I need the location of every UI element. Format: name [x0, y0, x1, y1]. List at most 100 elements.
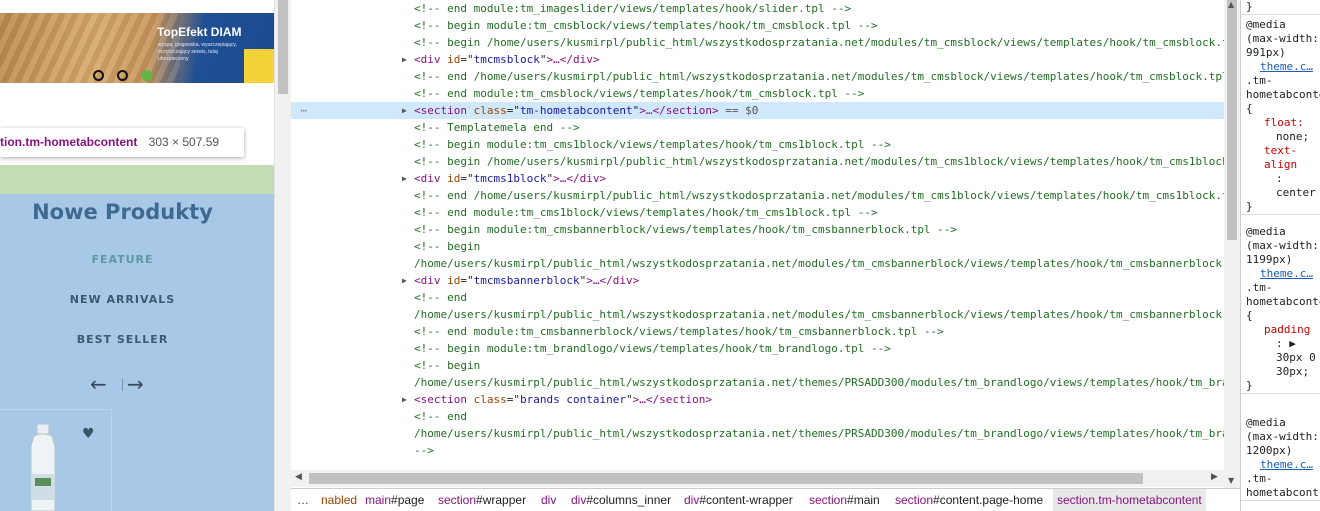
tab-best-seller[interactable]: BEST SELLER [0, 333, 245, 346]
breadcrumb-tag: section.tm-hometabcontent [1057, 493, 1202, 507]
elements-vertical-scrollbar-thumb[interactable] [1227, 0, 1237, 240]
elements-horizontal-scrollbar-thumb[interactable] [309, 473, 1143, 484]
breadcrumb-tag: div [541, 493, 557, 507]
slider-image [0, 13, 180, 83]
node-actions-icon[interactable]: ⋯ [291, 102, 307, 119]
wishlist-heart-icon[interactable]: ♥ [82, 426, 95, 442]
attribute-value: brands container [519, 393, 626, 406]
scroll-down-icon[interactable]: ▼ [1228, 476, 1234, 485]
dom-comment-row[interactable]: <!-- end module:tm_cms1block/views/templ… [291, 204, 1224, 221]
dom-comment-row[interactable]: --> [291, 442, 1224, 459]
image-slider[interactable]: TopEfekt DIAM wyspa, głogowska, wyszczep… [0, 13, 274, 83]
css-property-value[interactable]: none; [1246, 130, 1320, 144]
scroll-up-icon[interactable]: ▲ [1228, 0, 1234, 9]
attribute-equals: =" [460, 172, 474, 185]
preview-scrollbar[interactable] [274, 0, 291, 511]
elements-horizontal-scrollbar[interactable]: ◀ ▶ [291, 470, 1224, 487]
html-comment-text: <!-- begin module:tm_cmsbannerblock/view… [414, 223, 958, 236]
slider-dot-2[interactable] [117, 70, 128, 81]
expand-triangle-icon[interactable]: ▶ [402, 51, 407, 68]
dom-comment-row[interactable]: <!-- begin [291, 357, 1224, 374]
dom-node-markup: <div id="tmcms1block">…</div> [414, 170, 606, 187]
attribute-value: tmcmsbannerblock [473, 274, 580, 287]
dom-comment-row[interactable]: /home/users/kusmirpl/public_html/wszystk… [291, 255, 1224, 272]
elements-vertical-scrollbar[interactable]: ▲ ▼ [1224, 0, 1240, 488]
css-rule[interactable]: } [1241, 0, 1320, 15]
breadcrumb-item[interactable]: div [537, 489, 560, 511]
dom-node-row[interactable]: ▶ <div id="tmcmsbannerblock">…</div> [291, 272, 1224, 289]
dom-comment-row[interactable]: <!-- begin module:tm_brandlogo/views/tem… [291, 340, 1224, 357]
attribute-equals: =" [460, 53, 474, 66]
slider-dot-1[interactable] [93, 70, 104, 81]
breadcrumb-item[interactable]: div#columns_inner [567, 489, 675, 511]
tooltip-dimensions: 303 × 507.59 [148, 135, 220, 149]
dom-breadcrumb: … nabled main#page section#wrapper div div#c… [291, 488, 1240, 511]
dom-comment-row[interactable]: /home/users/kusmirpl/public_html/wszystk… [291, 425, 1224, 442]
dom-comment-row[interactable]: <!-- Templatemela end --> [291, 119, 1224, 136]
breadcrumb-more-button[interactable]: … [297, 489, 309, 511]
html-comment-text: <!-- begin module:tm_brandlogo/views/tem… [414, 342, 891, 355]
arrow-right-icon[interactable]: → [127, 372, 155, 396]
elements-tree[interactable]: <!-- end module:tm_imageslider/views/tem… [291, 0, 1224, 488]
dom-comment-row[interactable]: /home/users/kusmirpl/public_html/wszystk… [291, 374, 1224, 391]
breadcrumb-item[interactable]: section#wrapper [434, 489, 530, 511]
expand-triangle-icon[interactable]: ▶ [402, 170, 407, 187]
slider-dot-3[interactable] [141, 70, 152, 81]
css-rule[interactable]: @media (max-width: 1199px) theme.c… .tm-ho… [1241, 225, 1320, 394]
breadcrumb-item[interactable]: section#main [805, 489, 884, 511]
dom-comment-row[interactable]: <!-- end /home/users/kusmirpl/public_htm… [291, 68, 1224, 85]
stylesheet-link[interactable]: theme.c… [1246, 60, 1320, 74]
arrow-left-icon[interactable]: ← [90, 372, 118, 396]
stylesheet-link[interactable]: theme.c… [1246, 458, 1320, 472]
css-rule[interactable]: @media (max-width: 1200px) theme.c… .tm-ho… [1241, 416, 1320, 501]
stylesheet-link[interactable]: theme.c… [1246, 267, 1320, 281]
dom-comment-row[interactable]: <!-- begin /home/users/kusmirpl/public_h… [291, 34, 1224, 51]
html-comment-text: <!-- begin [414, 240, 481, 253]
dom-comment-row[interactable]: <!-- begin module:tm_cms1block/views/tem… [291, 136, 1224, 153]
tab-feature[interactable]: FEATURE [0, 253, 245, 266]
dom-comment-row[interactable]: <!-- end module:tm_imageslider/views/tem… [291, 0, 1224, 17]
html-comment-text: /home/users/kusmirpl/public_html/wszystk… [414, 257, 1224, 270]
breadcrumb-selector: #content-wrapper [699, 493, 793, 507]
dom-comment-row[interactable]: <!-- begin module:tm_cmsbannerblock/view… [291, 221, 1224, 238]
breadcrumb-selector: #content.page-home [933, 493, 1044, 507]
breadcrumb-item[interactable]: div#content-wrapper [680, 489, 797, 511]
dom-comment-row[interactable]: <!-- begin module:tm_cmsblock/views/temp… [291, 17, 1224, 34]
dom-comment-row[interactable]: <!-- end module:tm_cmsblock/views/templa… [291, 85, 1224, 102]
dom-comment-row[interactable]: <!-- begin /home/users/kusmirpl/public_h… [291, 153, 1224, 170]
scroll-right-icon[interactable]: ▶ [1211, 472, 1218, 482]
dom-node-row[interactable]: ▶ <div id="tmcms1block">…</div> [291, 170, 1224, 187]
css-rule[interactable]: @media (max-width: 991px) theme.c… .tm-hom… [1241, 18, 1320, 215]
dom-comment-row[interactable]: <!-- begin [291, 238, 1224, 255]
dom-comment-row[interactable]: <!-- end [291, 289, 1224, 306]
css-property-name[interactable]: padding [1246, 323, 1320, 337]
dom-comment-row[interactable]: <!-- end module:tm_cmsbannerblock/views/… [291, 323, 1224, 340]
tag-collapsed-close: …</section> [645, 104, 719, 117]
dom-comment-row[interactable]: <!-- end [291, 408, 1224, 425]
breadcrumb-item[interactable]: nabled [317, 489, 361, 511]
tab-new-arrivals[interactable]: NEW ARRIVALS [0, 293, 245, 306]
dom-node-row[interactable]: ▶ <div id="tmcmsblock">…</div> [291, 51, 1224, 68]
scroll-left-icon[interactable]: ◀ [295, 472, 302, 482]
breadcrumb-item[interactable]: section#content.page-home [891, 489, 1047, 511]
styles-pane: } @media (max-width: 991px) theme.c… .tm-ho… [1240, 0, 1320, 511]
dom-comment-row[interactable]: <!-- end /home/users/kusmirpl/public_htm… [291, 187, 1224, 204]
dom-node-markup: <div id="tmcmsbannerblock">…</div> [414, 272, 639, 289]
preview-scrollbar-thumb[interactable] [278, 0, 288, 94]
css-property-value[interactable]: : ▶ 30px 0 30px; [1246, 337, 1320, 379]
breadcrumb-item[interactable]: main#page [361, 489, 428, 511]
dom-comment-row[interactable]: /home/users/kusmirpl/public_html/wszystk… [291, 306, 1224, 323]
breadcrumb-item[interactable]: section.tm-hometabcontent [1053, 489, 1206, 511]
carousel-arrows: ← → [90, 372, 155, 396]
dom-node-row[interactable]: ⋯ ▶ <section class="tm-hometabcontent">…</… [291, 102, 1224, 119]
css-property-name[interactable]: text-align [1246, 144, 1320, 172]
expand-triangle-icon[interactable]: ▶ [402, 391, 407, 408]
dom-node-row[interactable]: ▶ <section class="brands container">…</se… [291, 391, 1224, 408]
rule-brace: } [1246, 0, 1253, 13]
expand-triangle-icon[interactable]: ▶ [402, 272, 407, 289]
expand-triangle-icon[interactable]: ▶ [402, 102, 407, 119]
css-property-value[interactable]: : center [1246, 172, 1320, 200]
css-property-name[interactable]: float: [1246, 116, 1320, 130]
highlight-padding-bar [0, 165, 274, 194]
html-comment-text: <!-- end module:tm_imageslider/views/tem… [414, 2, 852, 15]
